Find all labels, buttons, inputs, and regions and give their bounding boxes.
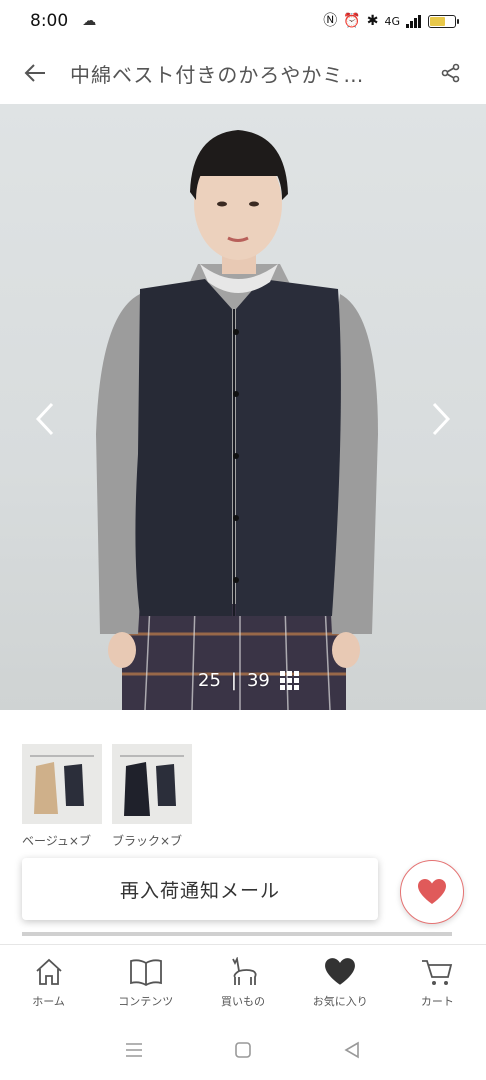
- alpaca-icon: [232, 957, 257, 985]
- menu-icon: [126, 1043, 143, 1057]
- nav-cart-label: カート: [420, 995, 454, 1008]
- home-system-button[interactable]: [234, 1041, 252, 1063]
- bottom-navigation: ホーム コンテンツ 買いもの お気に入り カート: [0, 944, 486, 1024]
- network-type: 4G: [384, 14, 400, 28]
- restock-notification-button[interactable]: 再入荷通知メール: [22, 858, 378, 920]
- total-image-number: 39: [246, 670, 270, 691]
- heart-filled-icon: [325, 958, 356, 985]
- chevron-left-icon: [35, 402, 54, 436]
- nav-shopping[interactable]: 買いもの: [194, 945, 291, 1024]
- nav-home-label: ホーム: [32, 995, 65, 1008]
- home-icon: [35, 958, 62, 985]
- nav-contents[interactable]: コンテンツ: [97, 945, 194, 1024]
- share-icon: [441, 63, 460, 83]
- triangle-back-icon: [344, 1041, 359, 1059]
- menu-button[interactable]: [125, 1042, 143, 1062]
- back-system-button[interactable]: [343, 1041, 361, 1063]
- favorite-button[interactable]: [400, 860, 464, 924]
- swatch-black-label: ブラック×ブ: [112, 834, 183, 848]
- image-counter: 25 | 39: [198, 670, 299, 691]
- app-header: 中綿ベスト付きのかろやかミ…: [0, 42, 486, 104]
- swatch-black-image: [112, 744, 192, 824]
- share-button[interactable]: [416, 42, 486, 104]
- description-preview: [22, 926, 462, 944]
- battery-icon: [428, 14, 459, 28]
- swatch-beige-image: [22, 744, 102, 824]
- swatch-beige-label: ベージュ×ブ: [22, 834, 91, 848]
- square-icon: [235, 1042, 251, 1058]
- next-image-button[interactable]: [416, 384, 466, 454]
- nav-cart[interactable]: カート: [389, 945, 486, 1024]
- nav-contents-label: コンテンツ: [118, 995, 174, 1008]
- system-navigation: [0, 1024, 486, 1080]
- alarm-icon: ⏰: [343, 13, 361, 29]
- previous-image-button[interactable]: [20, 384, 70, 454]
- page-title: 中綿ベスト付きのかろやかミ…: [70, 62, 365, 87]
- cart-icon: [422, 960, 453, 985]
- chevron-right-icon: [432, 402, 451, 436]
- grid-view-icon[interactable]: [279, 671, 299, 690]
- nav-favorites-label: お気に入り: [312, 995, 368, 1008]
- bluetooth-icon: ✱: [366, 13, 379, 29]
- swatch-beige[interactable]: ベージュ×ブ: [22, 744, 102, 858]
- counter-separator: |: [230, 670, 237, 691]
- back-button[interactable]: [0, 42, 70, 104]
- heart-icon: [418, 879, 446, 904]
- nav-favorites[interactable]: お気に入り: [292, 945, 389, 1024]
- back-arrow-icon: [24, 64, 45, 82]
- status-bar: 8:00 ☁ Ⓝ ⏰ ✱ 4G: [0, 0, 486, 42]
- book-icon: [129, 959, 162, 987]
- status-time: 8:00: [30, 11, 69, 31]
- cloud-icon: ☁: [82, 13, 97, 29]
- nav-shopping-label: 買いもの: [221, 995, 265, 1008]
- current-image-number: 25: [198, 670, 221, 691]
- product-photo: [96, 130, 378, 710]
- product-image-carousel[interactable]: 25 | 39: [0, 104, 486, 710]
- nav-home[interactable]: ホーム: [0, 945, 97, 1024]
- swatch-black[interactable]: ブラック×ブ: [112, 744, 192, 858]
- nfc-icon: Ⓝ: [323, 13, 338, 29]
- signal-icon: [406, 14, 421, 28]
